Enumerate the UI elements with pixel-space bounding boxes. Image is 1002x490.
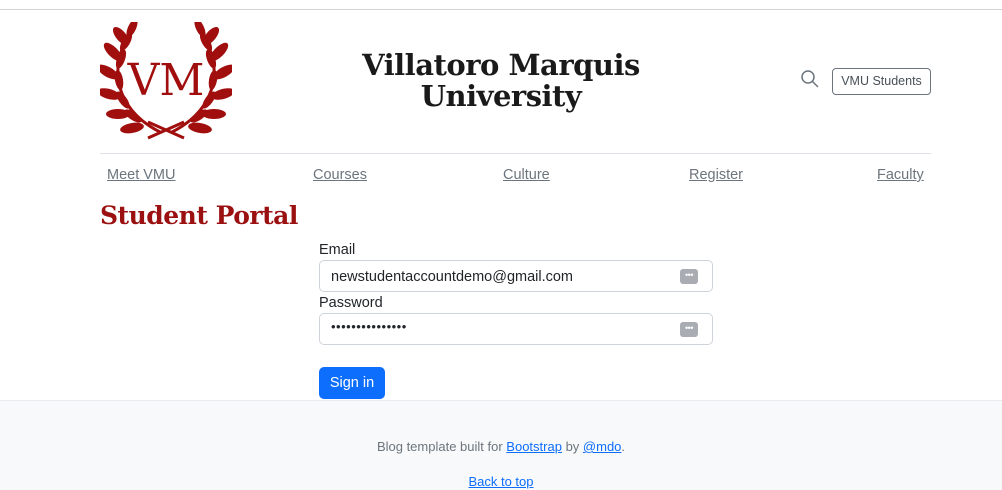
email-field[interactable]: newstudentaccountdemo@gmail.com ••• xyxy=(319,260,713,292)
password-value: ••••••••••••••• xyxy=(331,319,407,334)
footer-credits: Blog template built for Bootstrap by @md… xyxy=(0,439,1002,455)
site-title: Villatoro Marquis University xyxy=(346,50,656,112)
footer-text-mid: by xyxy=(561,439,583,454)
email-value: newstudentaccountdemo@gmail.com xyxy=(331,269,574,285)
site-title-line1: Villatoro Marquis xyxy=(362,48,640,82)
footer: Blog template built for Bootstrap by @md… xyxy=(0,400,1002,490)
sign-in-button[interactable]: Sign in xyxy=(319,367,385,399)
site-title-line2: University xyxy=(420,79,582,113)
back-to-top: Back to top xyxy=(0,474,1002,490)
search-icon[interactable] xyxy=(800,69,820,89)
university-logo[interactable]: VM xyxy=(100,22,232,140)
nav-culture[interactable]: Culture xyxy=(503,166,550,184)
password-manager-icon[interactable]: ••• xyxy=(680,322,698,337)
top-divider xyxy=(0,9,1002,10)
header-divider xyxy=(100,153,931,154)
vmu-students-button[interactable]: VMU Students xyxy=(832,68,931,95)
nav-meet-vmu[interactable]: Meet VMU xyxy=(107,166,176,184)
nav-courses[interactable]: Courses xyxy=(313,166,367,184)
footer-text-prefix: Blog template built for xyxy=(376,439,507,454)
email-label: Email xyxy=(319,242,356,258)
back-to-top-link[interactable]: Back to top xyxy=(468,474,533,489)
footer-text-suffix: . xyxy=(621,439,626,454)
password-manager-icon[interactable]: ••• xyxy=(680,269,698,284)
nav-faculty[interactable]: Faculty xyxy=(877,166,924,184)
mdo-link[interactable]: @mdo xyxy=(583,439,622,454)
password-label: Password xyxy=(319,295,383,311)
bootstrap-link[interactable]: Bootstrap xyxy=(506,439,562,454)
logo-monogram: VM xyxy=(127,55,205,106)
password-field[interactable]: ••••••••••••••• ••• xyxy=(319,313,713,345)
nav-register[interactable]: Register xyxy=(689,166,743,184)
page-title: Student Portal xyxy=(100,201,298,230)
